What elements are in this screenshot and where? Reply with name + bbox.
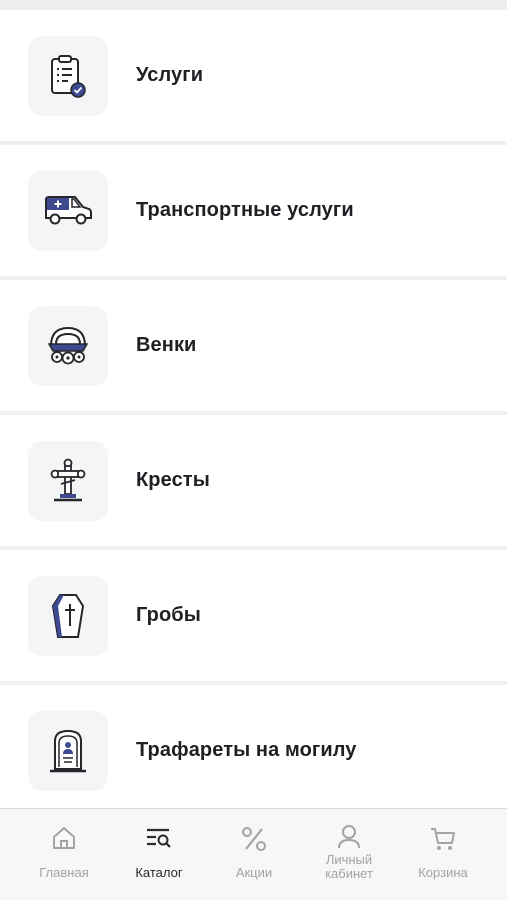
- user-icon: [337, 823, 361, 854]
- tab-label: Главная: [39, 865, 89, 880]
- catalog-item-coffins[interactable]: Гробы: [0, 550, 507, 681]
- tab-label: Каталог: [135, 865, 183, 880]
- catalog-item-label: Гробы: [136, 604, 201, 626]
- tab-label: Корзина: [418, 865, 468, 880]
- catalog-item-label: Венки: [136, 334, 197, 356]
- gravestone-icon: [28, 710, 108, 791]
- catalog-item-stencils[interactable]: Трафареты на могилу: [0, 685, 507, 808]
- catalog-item-label: Трафареты на могилу: [136, 739, 357, 761]
- tab-promotions[interactable]: Акции: [206, 809, 302, 901]
- catalog-search-icon: [145, 825, 173, 856]
- clipboard-check-icon: [28, 35, 108, 116]
- wreath-icon: [28, 305, 108, 386]
- catalog-item-crosses[interactable]: Кресты: [0, 415, 507, 546]
- tab-cart[interactable]: Корзина: [395, 809, 491, 901]
- catalog-item-services[interactable]: Услуги: [0, 10, 507, 141]
- catalog-item-label: Транспортные услуги: [136, 199, 354, 221]
- tab-label: Личный кабинет: [325, 852, 373, 881]
- tab-catalog[interactable]: Каталог: [111, 809, 207, 901]
- home-icon: [51, 825, 77, 856]
- catalog-list: Услуги Транспортные услуги Венки Кресты …: [0, 0, 507, 808]
- tab-home[interactable]: Главная: [16, 809, 112, 901]
- hearse-car-icon: [28, 170, 108, 251]
- catalog-item-label: Услуги: [136, 64, 204, 86]
- tab-account[interactable]: Личный кабинет: [301, 809, 397, 901]
- catalog-item-wreaths[interactable]: Венки: [0, 280, 507, 411]
- cart-icon: [429, 825, 457, 858]
- catalog-item-label: Кресты: [136, 469, 210, 491]
- percent-icon: [240, 825, 268, 858]
- bottom-tab-bar: Главная Каталог Акции Личный кабинет Кор…: [0, 808, 507, 900]
- tab-label: Акции: [235, 865, 273, 880]
- cross-icon: [28, 440, 108, 521]
- coffin-icon: [28, 575, 108, 656]
- catalog-item-transport[interactable]: Транспортные услуги: [0, 145, 507, 276]
